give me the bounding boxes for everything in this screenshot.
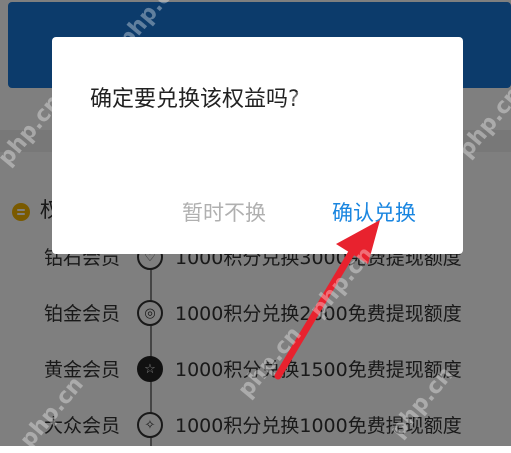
confirm-button[interactable]: 确认兑换 [332, 199, 416, 227]
cancel-button[interactable]: 暂时不换 [182, 199, 266, 227]
dialog-message: 确定要兑换该权益吗? [90, 87, 300, 112]
confirm-dialog: 确定要兑换该权益吗? 暂时不换 确认兑换 [52, 37, 463, 254]
